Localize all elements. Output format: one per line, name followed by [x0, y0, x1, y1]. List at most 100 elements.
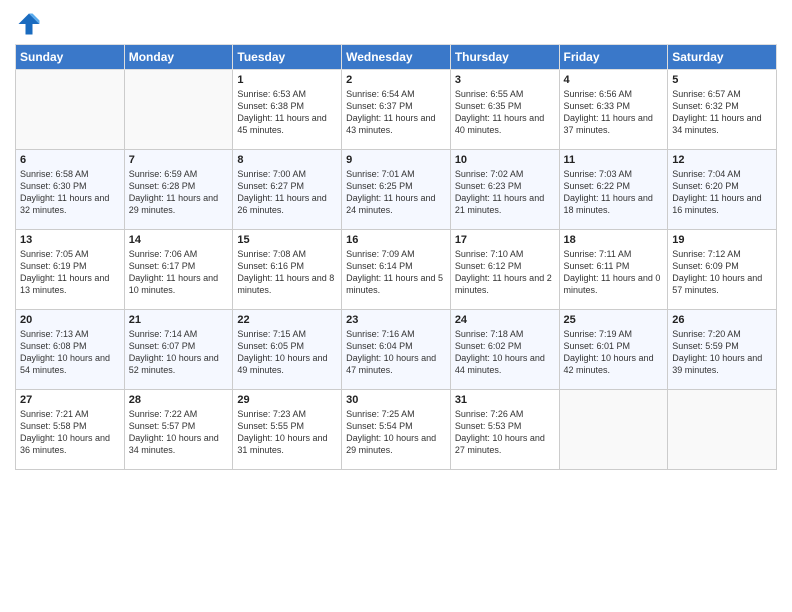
calendar-cell [559, 390, 668, 470]
week-row-5: 27Sunrise: 7:21 AM Sunset: 5:58 PM Dayli… [16, 390, 777, 470]
day-info: Sunrise: 7:19 AM Sunset: 6:01 PM Dayligh… [564, 328, 664, 377]
calendar-cell: 28 Sunrise: 7:22 AM Sunset: 5:57 PM Dayli… [124, 390, 233, 470]
day-info: Sunrise: 6:56 AM Sunset: 6:33 PM Dayligh… [564, 88, 664, 137]
calendar-cell: 17 Sunrise: 7:10 AM Sunset: 6:12 PM Dayli… [450, 230, 559, 310]
day-number: 29 [237, 394, 337, 406]
calendar-cell: 4 Sunrise: 6:56 AM Sunset: 6:33 PM Daylig… [559, 70, 668, 150]
calendar-cell: 29 Sunrise: 7:23 AM Sunset: 5:55 PM Dayli… [233, 390, 342, 470]
day-info: Sunrise: 7:12 AM Sunset: 6:09 PM Dayligh… [672, 248, 772, 297]
calendar-cell: 20 Sunrise: 7:13 AM Sunset: 6:08 PM Dayli… [16, 310, 125, 390]
calendar-cell [668, 390, 777, 470]
calendar-cell [16, 70, 125, 150]
day-number: 2 [346, 74, 446, 86]
day-number: 10 [455, 154, 555, 166]
day-info: Sunrise: 7:13 AM Sunset: 6:08 PM Dayligh… [20, 328, 120, 377]
day-info: Sunrise: 7:03 AM Sunset: 6:22 PM Dayligh… [564, 168, 664, 217]
calendar-cell: 10 Sunrise: 7:02 AM Sunset: 6:23 PM Dayli… [450, 150, 559, 230]
day-number: 9 [346, 154, 446, 166]
day-number: 16 [346, 234, 446, 246]
calendar-cell: 15 Sunrise: 7:08 AM Sunset: 6:16 PM Dayli… [233, 230, 342, 310]
week-row-1: 1Sunrise: 6:53 AM Sunset: 6:38 PM Daylig… [16, 70, 777, 150]
day-info: Sunrise: 7:20 AM Sunset: 5:59 PM Dayligh… [672, 328, 772, 377]
day-info: Sunrise: 7:00 AM Sunset: 6:27 PM Dayligh… [237, 168, 337, 217]
page: SundayMondayTuesdayWednesdayThursdayFrid… [0, 0, 792, 612]
day-info: Sunrise: 7:23 AM Sunset: 5:55 PM Dayligh… [237, 408, 337, 457]
day-number: 11 [564, 154, 664, 166]
calendar-cell: 19 Sunrise: 7:12 AM Sunset: 6:09 PM Dayli… [668, 230, 777, 310]
calendar-cell: 14 Sunrise: 7:06 AM Sunset: 6:17 PM Dayli… [124, 230, 233, 310]
calendar-cell: 2Sunrise: 6:54 AM Sunset: 6:37 PM Daylig… [342, 70, 451, 150]
day-info: Sunrise: 6:57 AM Sunset: 6:32 PM Dayligh… [672, 88, 772, 137]
day-info: Sunrise: 7:22 AM Sunset: 5:57 PM Dayligh… [129, 408, 229, 457]
day-number: 3 [455, 74, 555, 86]
day-number: 14 [129, 234, 229, 246]
day-number: 31 [455, 394, 555, 406]
day-info: Sunrise: 7:02 AM Sunset: 6:23 PM Dayligh… [455, 168, 555, 217]
day-info: Sunrise: 6:58 AM Sunset: 6:30 PM Dayligh… [20, 168, 120, 217]
day-info: Sunrise: 6:55 AM Sunset: 6:35 PM Dayligh… [455, 88, 555, 137]
day-number: 17 [455, 234, 555, 246]
weekday-header-monday: Monday [124, 45, 233, 70]
day-number: 19 [672, 234, 772, 246]
day-number: 7 [129, 154, 229, 166]
calendar-cell: 26 Sunrise: 7:20 AM Sunset: 5:59 PM Dayli… [668, 310, 777, 390]
day-info: Sunrise: 7:09 AM Sunset: 6:14 PM Dayligh… [346, 248, 446, 297]
day-info: Sunrise: 7:15 AM Sunset: 6:05 PM Dayligh… [237, 328, 337, 377]
calendar-cell: 6Sunrise: 6:58 AM Sunset: 6:30 PM Daylig… [16, 150, 125, 230]
day-info: Sunrise: 7:01 AM Sunset: 6:25 PM Dayligh… [346, 168, 446, 217]
calendar-cell: 3 Sunrise: 6:55 AM Sunset: 6:35 PM Daylig… [450, 70, 559, 150]
day-number: 21 [129, 314, 229, 326]
calendar-cell: 16 Sunrise: 7:09 AM Sunset: 6:14 PM Dayli… [342, 230, 451, 310]
day-info: Sunrise: 7:10 AM Sunset: 6:12 PM Dayligh… [455, 248, 555, 297]
calendar-cell: 21 Sunrise: 7:14 AM Sunset: 6:07 PM Dayli… [124, 310, 233, 390]
day-number: 22 [237, 314, 337, 326]
calendar-cell: 12Sunrise: 7:04 AM Sunset: 6:20 PM Dayli… [668, 150, 777, 230]
day-info: Sunrise: 7:14 AM Sunset: 6:07 PM Dayligh… [129, 328, 229, 377]
calendar-cell: 7Sunrise: 6:59 AM Sunset: 6:28 PM Daylig… [124, 150, 233, 230]
day-info: Sunrise: 7:21 AM Sunset: 5:58 PM Dayligh… [20, 408, 120, 457]
calendar-cell: 18Sunrise: 7:11 AM Sunset: 6:11 PM Dayli… [559, 230, 668, 310]
weekday-header-thursday: Thursday [450, 45, 559, 70]
weekday-header-sunday: Sunday [16, 45, 125, 70]
day-number: 13 [20, 234, 120, 246]
week-row-2: 6Sunrise: 6:58 AM Sunset: 6:30 PM Daylig… [16, 150, 777, 230]
calendar-cell: 25 Sunrise: 7:19 AM Sunset: 6:01 PM Dayli… [559, 310, 668, 390]
calendar-cell: 9 Sunrise: 7:01 AM Sunset: 6:25 PM Daylig… [342, 150, 451, 230]
day-info: Sunrise: 7:05 AM Sunset: 6:19 PM Dayligh… [20, 248, 120, 297]
weekday-header-saturday: Saturday [668, 45, 777, 70]
calendar-cell: 5Sunrise: 6:57 AM Sunset: 6:32 PM Daylig… [668, 70, 777, 150]
day-info: Sunrise: 7:26 AM Sunset: 5:53 PM Dayligh… [455, 408, 555, 457]
day-info: Sunrise: 7:25 AM Sunset: 5:54 PM Dayligh… [346, 408, 446, 457]
day-info: Sunrise: 7:04 AM Sunset: 6:20 PM Dayligh… [672, 168, 772, 217]
calendar-table: SundayMondayTuesdayWednesdayThursdayFrid… [15, 44, 777, 470]
calendar-cell: 30 Sunrise: 7:25 AM Sunset: 5:54 PM Dayli… [342, 390, 451, 470]
day-number: 23 [346, 314, 446, 326]
day-number: 24 [455, 314, 555, 326]
calendar-cell: 8Sunrise: 7:00 AM Sunset: 6:27 PM Daylig… [233, 150, 342, 230]
calendar-cell: 13 Sunrise: 7:05 AM Sunset: 6:19 PM Dayli… [16, 230, 125, 310]
calendar-cell [124, 70, 233, 150]
day-number: 20 [20, 314, 120, 326]
day-number: 26 [672, 314, 772, 326]
day-number: 25 [564, 314, 664, 326]
calendar-cell: 1Sunrise: 6:53 AM Sunset: 6:38 PM Daylig… [233, 70, 342, 150]
week-row-4: 20 Sunrise: 7:13 AM Sunset: 6:08 PM Dayli… [16, 310, 777, 390]
calendar-cell: 22 Sunrise: 7:15 AM Sunset: 6:05 PM Dayli… [233, 310, 342, 390]
weekday-header-wednesday: Wednesday [342, 45, 451, 70]
calendar-cell: 23 Sunrise: 7:16 AM Sunset: 6:04 PM Dayli… [342, 310, 451, 390]
header [15, 10, 777, 38]
day-info: Sunrise: 7:18 AM Sunset: 6:02 PM Dayligh… [455, 328, 555, 377]
day-number: 4 [564, 74, 664, 86]
day-number: 15 [237, 234, 337, 246]
day-info: Sunrise: 7:16 AM Sunset: 6:04 PM Dayligh… [346, 328, 446, 377]
day-info: Sunrise: 7:08 AM Sunset: 6:16 PM Dayligh… [237, 248, 337, 297]
weekday-header-row: SundayMondayTuesdayWednesdayThursdayFrid… [16, 45, 777, 70]
weekday-header-friday: Friday [559, 45, 668, 70]
week-row-3: 13 Sunrise: 7:05 AM Sunset: 6:19 PM Dayli… [16, 230, 777, 310]
day-number: 1 [237, 74, 337, 86]
day-info: Sunrise: 7:06 AM Sunset: 6:17 PM Dayligh… [129, 248, 229, 297]
day-number: 18 [564, 234, 664, 246]
day-number: 30 [346, 394, 446, 406]
day-number: 28 [129, 394, 229, 406]
logo [15, 10, 47, 38]
